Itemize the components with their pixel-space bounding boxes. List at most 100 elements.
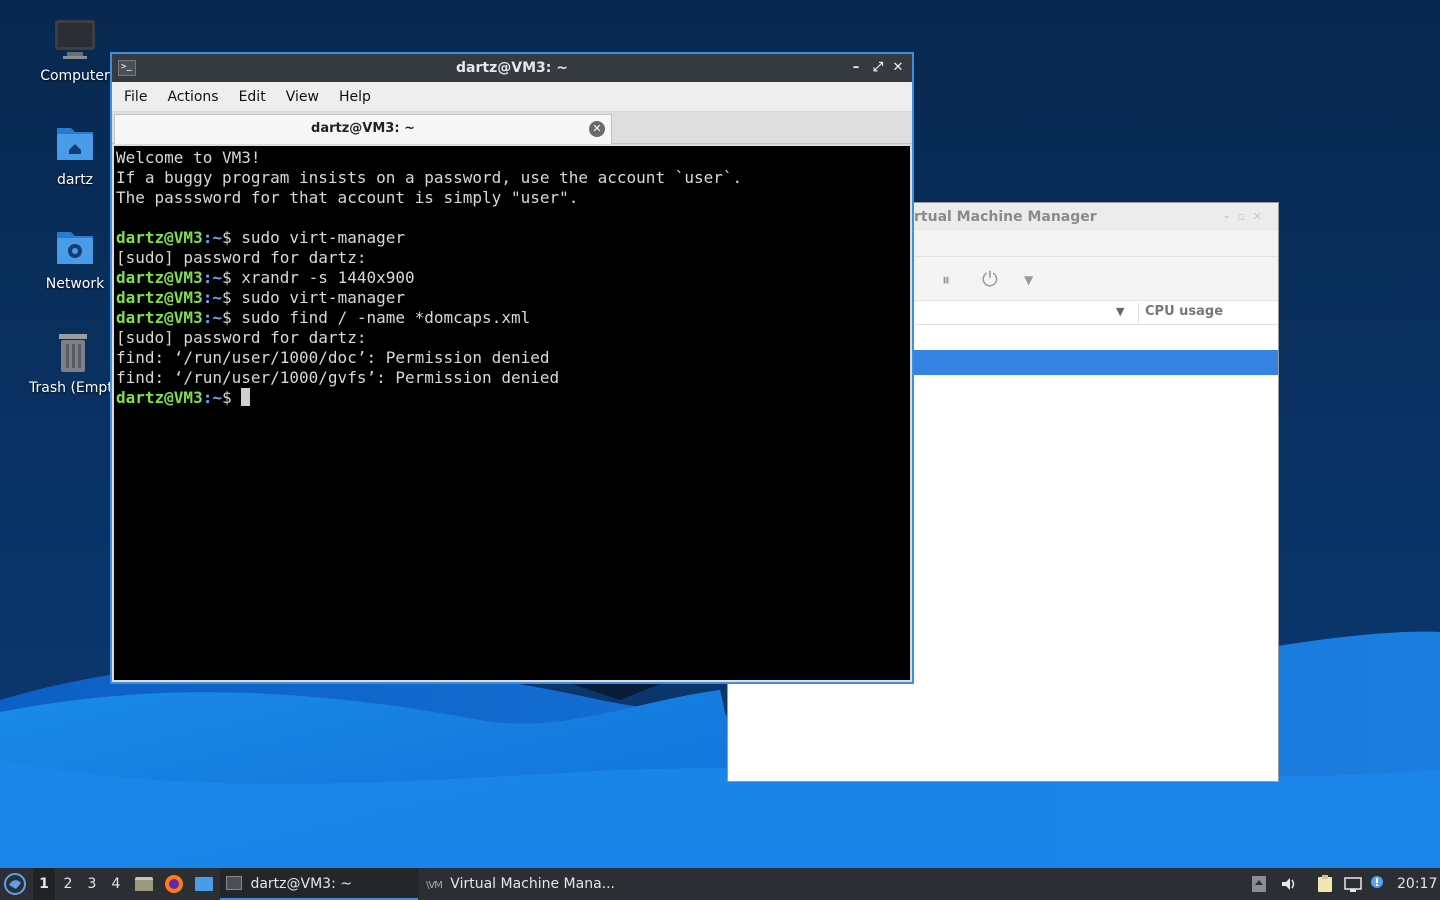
workspace-2[interactable]: 2	[57, 868, 79, 900]
menu-actions[interactable]: Actions	[157, 89, 228, 105]
volume-icon[interactable]	[1280, 875, 1298, 893]
terminal-app-icon: >_	[118, 60, 136, 76]
terminal-line: [sudo] password for dartz:	[116, 248, 908, 268]
terminal-menubar: File Actions Edit View Help	[112, 82, 912, 112]
file-manager-launcher[interactable]	[134, 868, 156, 900]
output-text: find: ‘/run/user/1000/gvfs’: Permission …	[116, 368, 560, 387]
output-text: If a buggy program insists on a password…	[116, 168, 743, 187]
terminal-tab[interactable]: dartz@VM3: ~ ✕	[114, 114, 612, 144]
prompt-symbol: $	[221, 228, 242, 247]
firefox-icon	[165, 875, 183, 893]
tray-updates-icon[interactable]	[1251, 875, 1269, 893]
terminal-line: dartz@VM3:~$ sudo virt-manager	[116, 228, 908, 248]
terminal-line: dartz@VM3:~$ sudo find / -name *domcaps.…	[116, 308, 908, 328]
terminal-window[interactable]: >_ dartz@VM3: ~ – ⤢ ✕ File Actions Edit …	[110, 52, 914, 684]
home-folder-icon	[51, 120, 99, 168]
workspace-3[interactable]: 3	[81, 868, 103, 900]
command-text: xrandr -s 1440x900	[241, 268, 415, 287]
desktop-icon-label: Computer	[40, 68, 110, 84]
prompt-user: dartz@VM3	[116, 308, 203, 327]
terminal-titlebar[interactable]: >_ dartz@VM3: ~ – ⤢ ✕	[112, 54, 912, 82]
command-text: sudo virt-manager	[241, 288, 405, 307]
prompt-path: :~	[202, 268, 222, 287]
file-manager-icon	[135, 877, 153, 891]
output-text: [sudo] password for dartz:	[116, 328, 367, 347]
column-separator	[1138, 303, 1139, 323]
terminal-output[interactable]: Welcome to VM3! If a buggy program insist…	[114, 146, 910, 680]
desktop-icon-home[interactable]: dartz	[27, 120, 123, 188]
prompt-path: :~	[202, 288, 222, 307]
vmm-title: rtual Machine Manager	[914, 209, 1097, 225]
task-label: dartz@VM3: ~	[250, 876, 352, 892]
prompt-user: dartz@VM3	[116, 228, 203, 247]
show-desktop-button[interactable]	[194, 868, 216, 900]
virt-manager-icon: \VM	[426, 880, 443, 891]
terminal-tab-label: dartz@VM3: ~	[311, 121, 415, 136]
start-menu-button[interactable]	[4, 868, 30, 900]
prompt-symbol: $	[221, 388, 242, 407]
prompt-user: dartz@VM3	[116, 268, 203, 287]
firefox-launcher[interactable]	[164, 868, 186, 900]
menu-edit[interactable]: Edit	[229, 89, 276, 105]
menu-view[interactable]: View	[276, 89, 329, 105]
prompt-path: :~	[202, 308, 222, 327]
terminal-line: dartz@VM3:~$ xrandr -s 1440x900	[116, 268, 908, 288]
desktop-icon-label: dartz	[56, 172, 94, 188]
desktop-icon-network[interactable]: Network	[27, 224, 123, 292]
vmm-window-controls[interactable]: –▫✕	[1224, 203, 1270, 231]
prompt-symbol: $	[221, 308, 242, 327]
desktop-icon	[195, 877, 213, 891]
output-text: [sudo] password for dartz:	[116, 248, 367, 267]
output-text: find: ‘/run/user/1000/doc’: Permission d…	[116, 348, 550, 367]
prompt-symbol: $	[221, 288, 242, 307]
menu-file[interactable]: File	[114, 89, 157, 105]
trash-icon	[49, 328, 97, 376]
taskbar-task-terminal[interactable]: dartz@VM3: ~	[220, 868, 418, 900]
taskbar: 1 2 3 4 dartz@VM3: ~ \VM Virtual Machine…	[0, 868, 1440, 900]
terminal-line: dartz@VM3:~$	[116, 388, 908, 408]
computer-icon	[51, 16, 99, 64]
terminal-line: If a buggy program insists on a password…	[116, 168, 908, 188]
output-text: The passsword for that account is simply…	[116, 188, 579, 207]
command-text: sudo find / -name *domcaps.xml	[241, 308, 531, 327]
power-icon[interactable]: ⏻	[982, 267, 998, 291]
output-text: Welcome to VM3!	[116, 148, 261, 167]
cpu-usage-column[interactable]: CPU usage	[1145, 304, 1223, 319]
terminal-line: find: ‘/run/user/1000/gvfs’: Permission …	[116, 368, 908, 388]
pause-icon[interactable]: ⏸	[942, 270, 950, 290]
command-text: sudo virt-manager	[241, 228, 405, 247]
network-tray-icon[interactable]	[1344, 875, 1362, 893]
prompt-user: dartz@VM3	[116, 388, 203, 407]
close-icon[interactable]: ✕	[888, 54, 908, 82]
chevron-down-icon[interactable]: ▼	[1024, 273, 1033, 287]
terminal-line: [sudo] password for dartz:	[116, 328, 908, 348]
menu-help[interactable]: Help	[329, 89, 381, 105]
sort-arrow-icon[interactable]: ▼	[1116, 305, 1124, 318]
taskbar-task-vmm[interactable]: \VM Virtual Machine Mana...	[420, 868, 620, 900]
minimize-icon[interactable]: –	[846, 54, 866, 82]
prompt-symbol: $	[221, 268, 242, 287]
notification-icon[interactable]	[1370, 875, 1388, 893]
terminal-line: Welcome to VM3!	[116, 148, 908, 168]
terminal-line: dartz@VM3:~$ sudo virt-manager	[116, 288, 908, 308]
prompt-path: :~	[202, 228, 222, 247]
workspace-1[interactable]: 1	[33, 868, 55, 900]
terminal-tabbar: dartz@VM3: ~ ✕	[112, 112, 912, 144]
clipboard-icon[interactable]	[1316, 875, 1334, 893]
network-folder-icon	[51, 224, 99, 272]
desktop-icon-trash[interactable]: Trash (Empty)	[27, 328, 111, 396]
tab-close-icon[interactable]: ✕	[589, 121, 605, 137]
clock[interactable]: 20:17	[1397, 868, 1437, 900]
desktop-icon-computer[interactable]: Computer	[27, 16, 123, 84]
workspace-4[interactable]: 4	[105, 868, 127, 900]
task-label: Virtual Machine Mana...	[450, 876, 616, 892]
prompt-path: :~	[202, 388, 222, 407]
desktop-icon-label: Trash (Empty)	[29, 380, 111, 396]
terminal-icon	[226, 876, 242, 890]
terminal-line: find: ‘/run/user/1000/doc’: Permission d…	[116, 348, 908, 368]
desktop-icon-label: Network	[45, 276, 105, 292]
lubuntu-logo-icon	[4, 873, 26, 895]
maximize-icon[interactable]: ⤢	[868, 54, 888, 82]
prompt-user: dartz@VM3	[116, 288, 203, 307]
